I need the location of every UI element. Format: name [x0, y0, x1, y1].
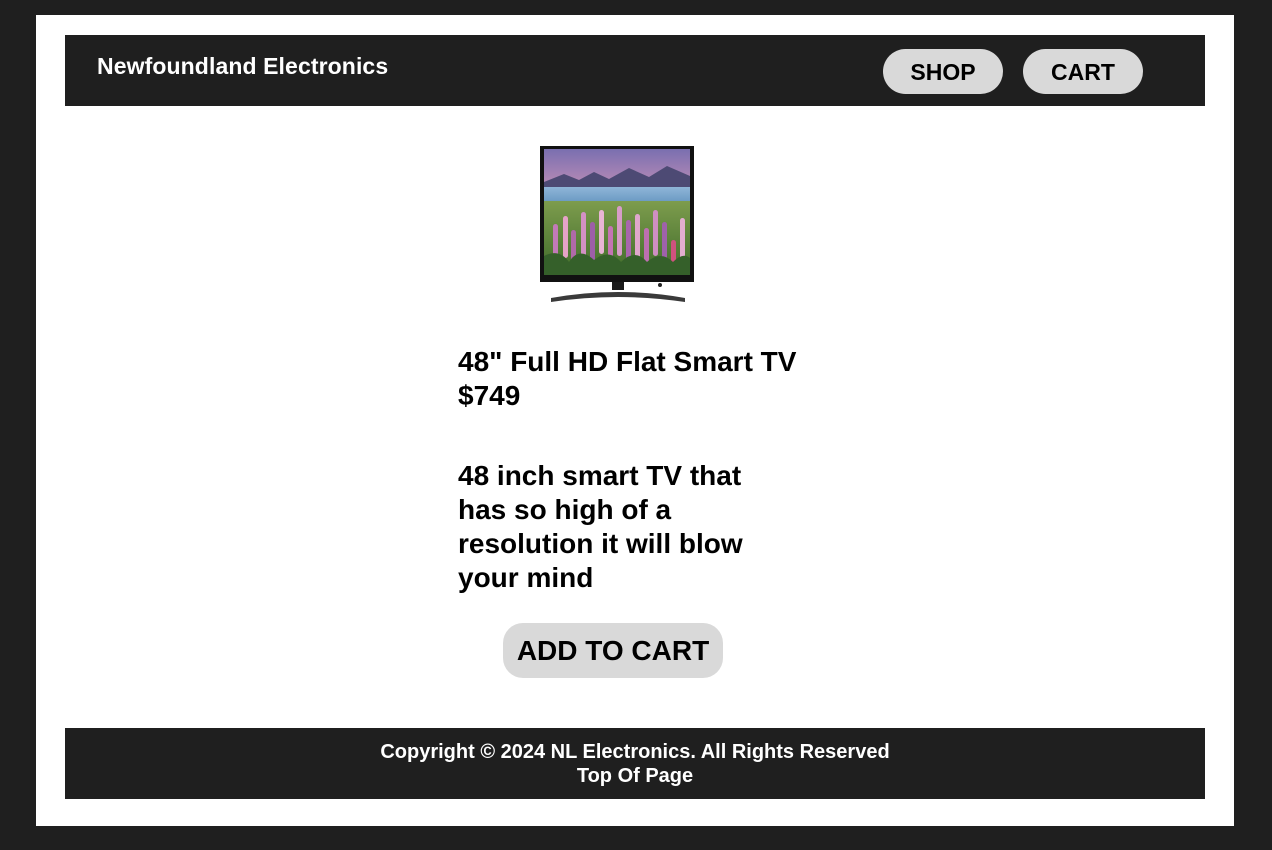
product-description: 48 inch smart TV that has so high of a r…: [458, 460, 743, 593]
add-to-cart-button[interactable]: ADD TO CART: [503, 623, 723, 678]
site-footer: Copyright © 2024 NL Electronics. All Rig…: [65, 728, 1205, 799]
product-price: $749: [458, 380, 521, 411]
site-header: Newfoundland Electronics SHOP CART: [65, 35, 1205, 106]
top-of-page-link[interactable]: Top Of Page: [577, 765, 693, 787]
top-of-page-link-row: Top Of Page: [65, 764, 1205, 788]
cart-button[interactable]: CART: [1023, 49, 1143, 94]
page-container: Newfoundland Electronics SHOP CART 48" F…: [36, 15, 1234, 826]
shop-button[interactable]: SHOP: [883, 49, 1003, 94]
product-name: 48" Full HD Flat Smart TV: [458, 346, 797, 377]
site-title[interactable]: Newfoundland Electronics: [97, 53, 388, 80]
copyright-text: Copyright © 2024 NL Electronics. All Rig…: [380, 741, 890, 763]
tv-product-image: [539, 144, 697, 304]
